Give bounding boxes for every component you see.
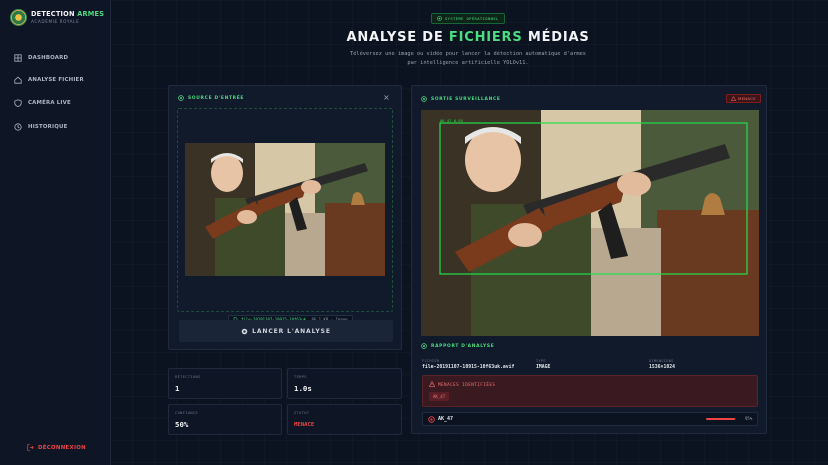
home-icon: [14, 76, 22, 84]
logout-icon: [27, 444, 34, 451]
subtitle-line-1: Téléversez une image ou vidéo pour lance…: [350, 51, 586, 57]
analyze-button-label: LANCER L'ANALYSE: [252, 327, 331, 335]
stat-label: STATUT: [294, 411, 310, 415]
threats-title-text: MENACES IDENTIFIÉES: [438, 381, 496, 387]
status-dot-icon: [437, 16, 442, 21]
clock-icon: [14, 123, 22, 131]
report-dims-label: DIMENSIONS: [649, 359, 674, 363]
detection-row: AK_47 95%: [422, 412, 758, 426]
threat-tag: MENACE: [726, 94, 761, 103]
report-title: RAPPORT D'ANALYSE: [421, 343, 494, 349]
page-title: ANALYSE DE FICHIERS MÉDIAS: [0, 30, 828, 45]
stat-label: TEMPS: [294, 375, 307, 379]
threats-title: MENACES IDENTIFIÉES: [429, 381, 495, 387]
report-title-text: RAPPORT D'ANALYSE: [431, 343, 495, 349]
brand-title: DETECTION: [31, 10, 75, 19]
target-icon: [178, 95, 184, 101]
detection-confidence: 95%: [745, 416, 753, 421]
target-icon: [421, 96, 427, 102]
report-file-label: FICHIER: [422, 359, 440, 363]
report-dims-value: 1536×1024: [649, 365, 675, 370]
detection-name: AK_47: [438, 416, 454, 422]
source-image-preview: [185, 143, 385, 276]
source-title-text: SOURCE D'ENTRÉE: [188, 95, 245, 101]
threats-box: MENACES IDENTIFIÉES AK_47: [422, 375, 758, 407]
target-icon: [421, 343, 427, 349]
academy-logo: [10, 9, 27, 26]
brand-title-accent: ARMES: [77, 10, 105, 19]
confidence-bar: [706, 418, 736, 420]
source-panel: SOURCE D'ENTRÉE × LANCER L'ANALYSE: [168, 85, 402, 350]
sidebar-item-label: HISTORIQUE: [28, 124, 68, 130]
detection-target-icon: [428, 416, 435, 423]
logout-label: DÉCONNEXION: [38, 444, 86, 451]
close-button[interactable]: ×: [383, 93, 390, 102]
stat-card-status: STATUT MENACE: [287, 404, 402, 435]
report-type-label: TYPE: [536, 359, 546, 363]
report-file-value: file-20191107-10915-10f63uk.avif: [422, 365, 515, 370]
threat-tag-label: MENACE: [738, 96, 756, 101]
warning-icon: [731, 96, 736, 101]
output-title-text: SORTIE SURVEILLANCE: [431, 96, 501, 102]
stat-value: MENACE: [294, 422, 315, 428]
stat-value: 1.0s: [294, 384, 312, 393]
shield-icon: [14, 99, 22, 107]
sidebar-item-camera-live[interactable]: CAMÉRA LIVE: [14, 99, 71, 107]
source-panel-title: SOURCE D'ENTRÉE: [178, 95, 244, 101]
report-type-value: IMAGE: [536, 365, 551, 370]
upload-dropzone[interactable]: file-20191107-10915-10f63uk… 86.1 KB · I…: [177, 108, 393, 324]
analyze-button[interactable]: LANCER L'ANALYSE: [179, 320, 393, 342]
sidebar-item-label: CAMÉRA LIVE: [28, 100, 71, 106]
confidence-bar-fill: [706, 418, 735, 420]
page-subtitle: Téléversez une image ou vidéo pour lance…: [0, 50, 828, 68]
scan-icon: [241, 328, 248, 334]
system-status-badge: SYSTÈME OPÉRATIONNEL: [431, 13, 505, 24]
stat-card-confidence: CONFIANCE 50%: [168, 404, 282, 435]
status-text: SYSTÈME OPÉRATIONNEL: [445, 16, 499, 21]
sidebar-item-historique[interactable]: HISTORIQUE: [14, 123, 67, 131]
stat-label: DÉTECTIONS: [175, 375, 201, 379]
logout-button[interactable]: DÉCONNEXION: [27, 444, 86, 451]
stat-value: 1: [175, 384, 180, 393]
sidebar-item-label: ANALYSE FICHIER: [28, 77, 84, 83]
page-title-accent: FICHIERS: [448, 30, 523, 45]
page-title-part2: MÉDIAS: [527, 30, 590, 45]
sidebar-item-analyse-fichier[interactable]: ANALYSE FICHIER: [14, 76, 84, 84]
brand: DETECTION ARMES ACADÉMIE ROYALE: [10, 9, 104, 26]
stat-card-time: TEMPS 1.0s: [287, 368, 402, 399]
bounding-box-label: AK_47 0.95: [440, 118, 463, 123]
output-panel: SORTIE SURVEILLANCE MENACE AK_47 0.95 RA…: [411, 85, 767, 434]
threat-chip: AK_47: [429, 392, 450, 401]
output-panel-title: SORTIE SURVEILLANCE: [421, 96, 501, 102]
stat-value: 50%: [175, 420, 189, 429]
output-image: AK_47 0.95: [421, 110, 759, 336]
brand-subtitle: ACADÉMIE ROYALE: [31, 18, 80, 24]
subtitle-line-2: par intelligence artificielle YOLOv11.: [407, 60, 529, 66]
stat-label: CONFIANCE: [175, 411, 199, 415]
stat-card-detections: DÉTECTIONS 1: [168, 368, 282, 399]
warning-icon: [429, 381, 435, 387]
sidebar: DETECTION ARMES ACADÉMIE ROYALE DASHBOAR…: [0, 0, 111, 465]
page-title-part1: ANALYSE DE: [346, 30, 444, 45]
